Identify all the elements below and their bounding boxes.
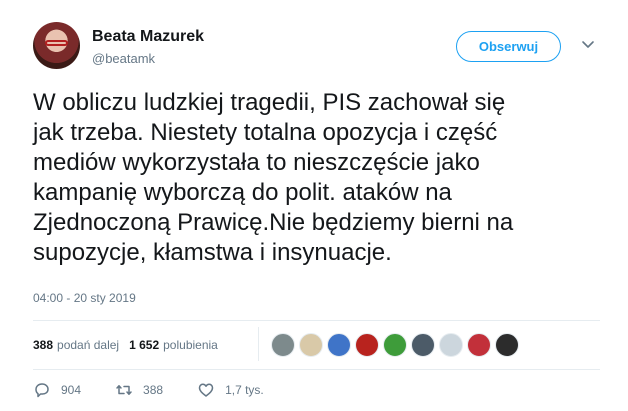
retweet-count: 388: [143, 383, 164, 397]
avatar-glasses: [45, 40, 68, 46]
stats-separator: [258, 327, 259, 361]
retweet-button[interactable]: 388: [115, 381, 163, 399]
liker-avatar[interactable]: [355, 333, 379, 357]
author-handle[interactable]: @beatamk: [92, 51, 155, 66]
retweet-icon: [116, 385, 132, 395]
liker-avatar[interactable]: [327, 333, 351, 357]
likes-stat-count: 1 652: [129, 338, 160, 352]
divider: [33, 369, 600, 370]
reply-icon: [35, 383, 49, 398]
liker-avatar[interactable]: [299, 333, 323, 357]
tweet-timestamp[interactable]: 04:00 - 20 sty 2019: [33, 291, 136, 305]
liker-avatar[interactable]: [495, 333, 519, 357]
liker-avatar[interactable]: [467, 333, 491, 357]
tweet-header: Beata Mazurek @beatamk Obserwuj: [33, 22, 603, 76]
likers-avatars: [271, 333, 523, 357]
liker-avatar[interactable]: [411, 333, 435, 357]
retweets-stat-label: podań dalej: [57, 338, 120, 352]
chevron-down-icon[interactable]: [581, 37, 595, 51]
retweets-stat[interactable]: 388 podań dalej: [33, 338, 119, 352]
heart-icon: [198, 383, 214, 397]
reply-count: 904: [61, 383, 82, 397]
engagement-stats: 388 podań dalej 1 652 polubienia: [33, 330, 228, 360]
avatar[interactable]: [33, 22, 80, 69]
divider: [33, 320, 600, 321]
liker-avatar[interactable]: [439, 333, 463, 357]
author-name[interactable]: Beata Mazurek: [92, 28, 204, 46]
likes-stat[interactable]: 1 652 polubienia: [129, 338, 218, 352]
liker-avatar[interactable]: [383, 333, 407, 357]
tweet-actions: 904 388 1,7 tys.: [33, 381, 298, 399]
likes-stat-label: polubienia: [163, 338, 218, 352]
reply-button[interactable]: 904: [33, 381, 81, 399]
liker-avatar[interactable]: [271, 333, 295, 357]
retweets-stat-count: 388: [33, 338, 54, 352]
like-count: 1,7 tys.: [225, 383, 264, 397]
tweet-text: W obliczu ludzkiej tragedii, PIS zachowa…: [33, 89, 514, 266]
follow-button[interactable]: Obserwuj: [456, 31, 561, 62]
like-button[interactable]: 1,7 tys.: [197, 381, 264, 399]
